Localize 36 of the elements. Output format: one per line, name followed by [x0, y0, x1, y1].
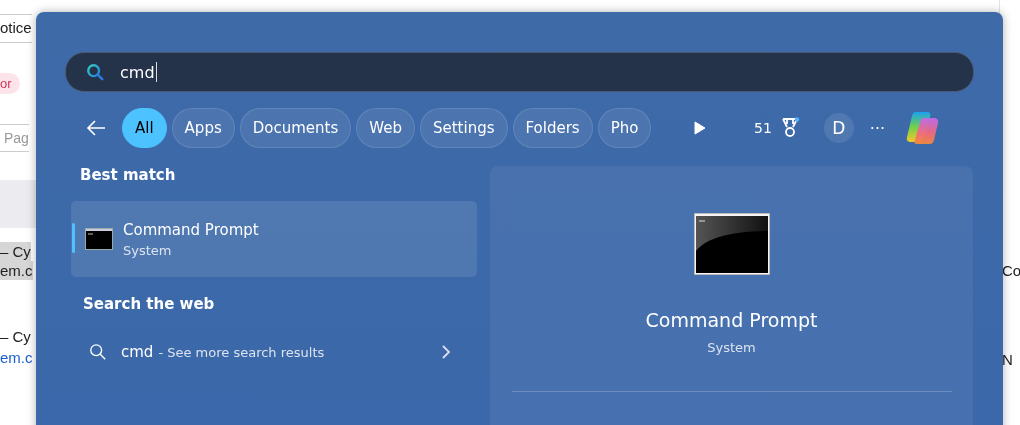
filter-tab[interactable]: Apps — [171, 108, 235, 148]
page-link[interactable]: em.c — [0, 349, 33, 366]
web-query[interactable]: cmd — [121, 343, 154, 361]
result-title: Command Prompt — [123, 220, 259, 239]
play-icon[interactable] — [694, 121, 706, 135]
page-input-field[interactable]: Pag — [0, 124, 29, 152]
result-subtitle: System — [123, 242, 173, 258]
filter-tab[interactable]: Documents — [239, 108, 352, 148]
search-field[interactable]: cmd — [65, 52, 974, 92]
web-result-hint: - See more search results — [158, 344, 325, 360]
filter-tab[interactable]: Web — [356, 108, 415, 148]
filter-tab[interactable]: Folders — [512, 108, 593, 148]
filter-tab[interactable]: All — [122, 108, 167, 148]
search-icon — [89, 343, 107, 361]
medal-icon[interactable] — [779, 117, 800, 139]
result-item[interactable]: Command Prompt System — [71, 201, 477, 277]
more-button[interactable]: ··· — [869, 118, 886, 138]
preview-title: Command Prompt — [645, 309, 818, 331]
page-text: – Cy — [0, 328, 31, 345]
filter-tab[interactable]: Settings — [419, 108, 508, 148]
account-avatar[interactable]: D — [823, 113, 854, 143]
points-count: 51 — [754, 120, 772, 136]
highlighted-text: em.c — [0, 261, 33, 280]
page-text: otice — [0, 14, 32, 43]
section-heading: Best match — [80, 166, 177, 184]
chevron-right-icon[interactable] — [441, 344, 451, 360]
status-tag: or — [0, 73, 20, 94]
section-heading: Search the web — [83, 295, 216, 313]
page-text: N — [1001, 351, 1014, 368]
search-icon — [86, 63, 104, 81]
terminal-icon — [693, 213, 770, 275]
filter-tab[interactable]: Pho — [597, 108, 652, 148]
preview-subtitle: System — [707, 340, 756, 355]
terminal-icon — [85, 228, 113, 250]
page-text: Co — [1001, 262, 1020, 279]
highlighted-text: – Cy — [0, 242, 31, 261]
